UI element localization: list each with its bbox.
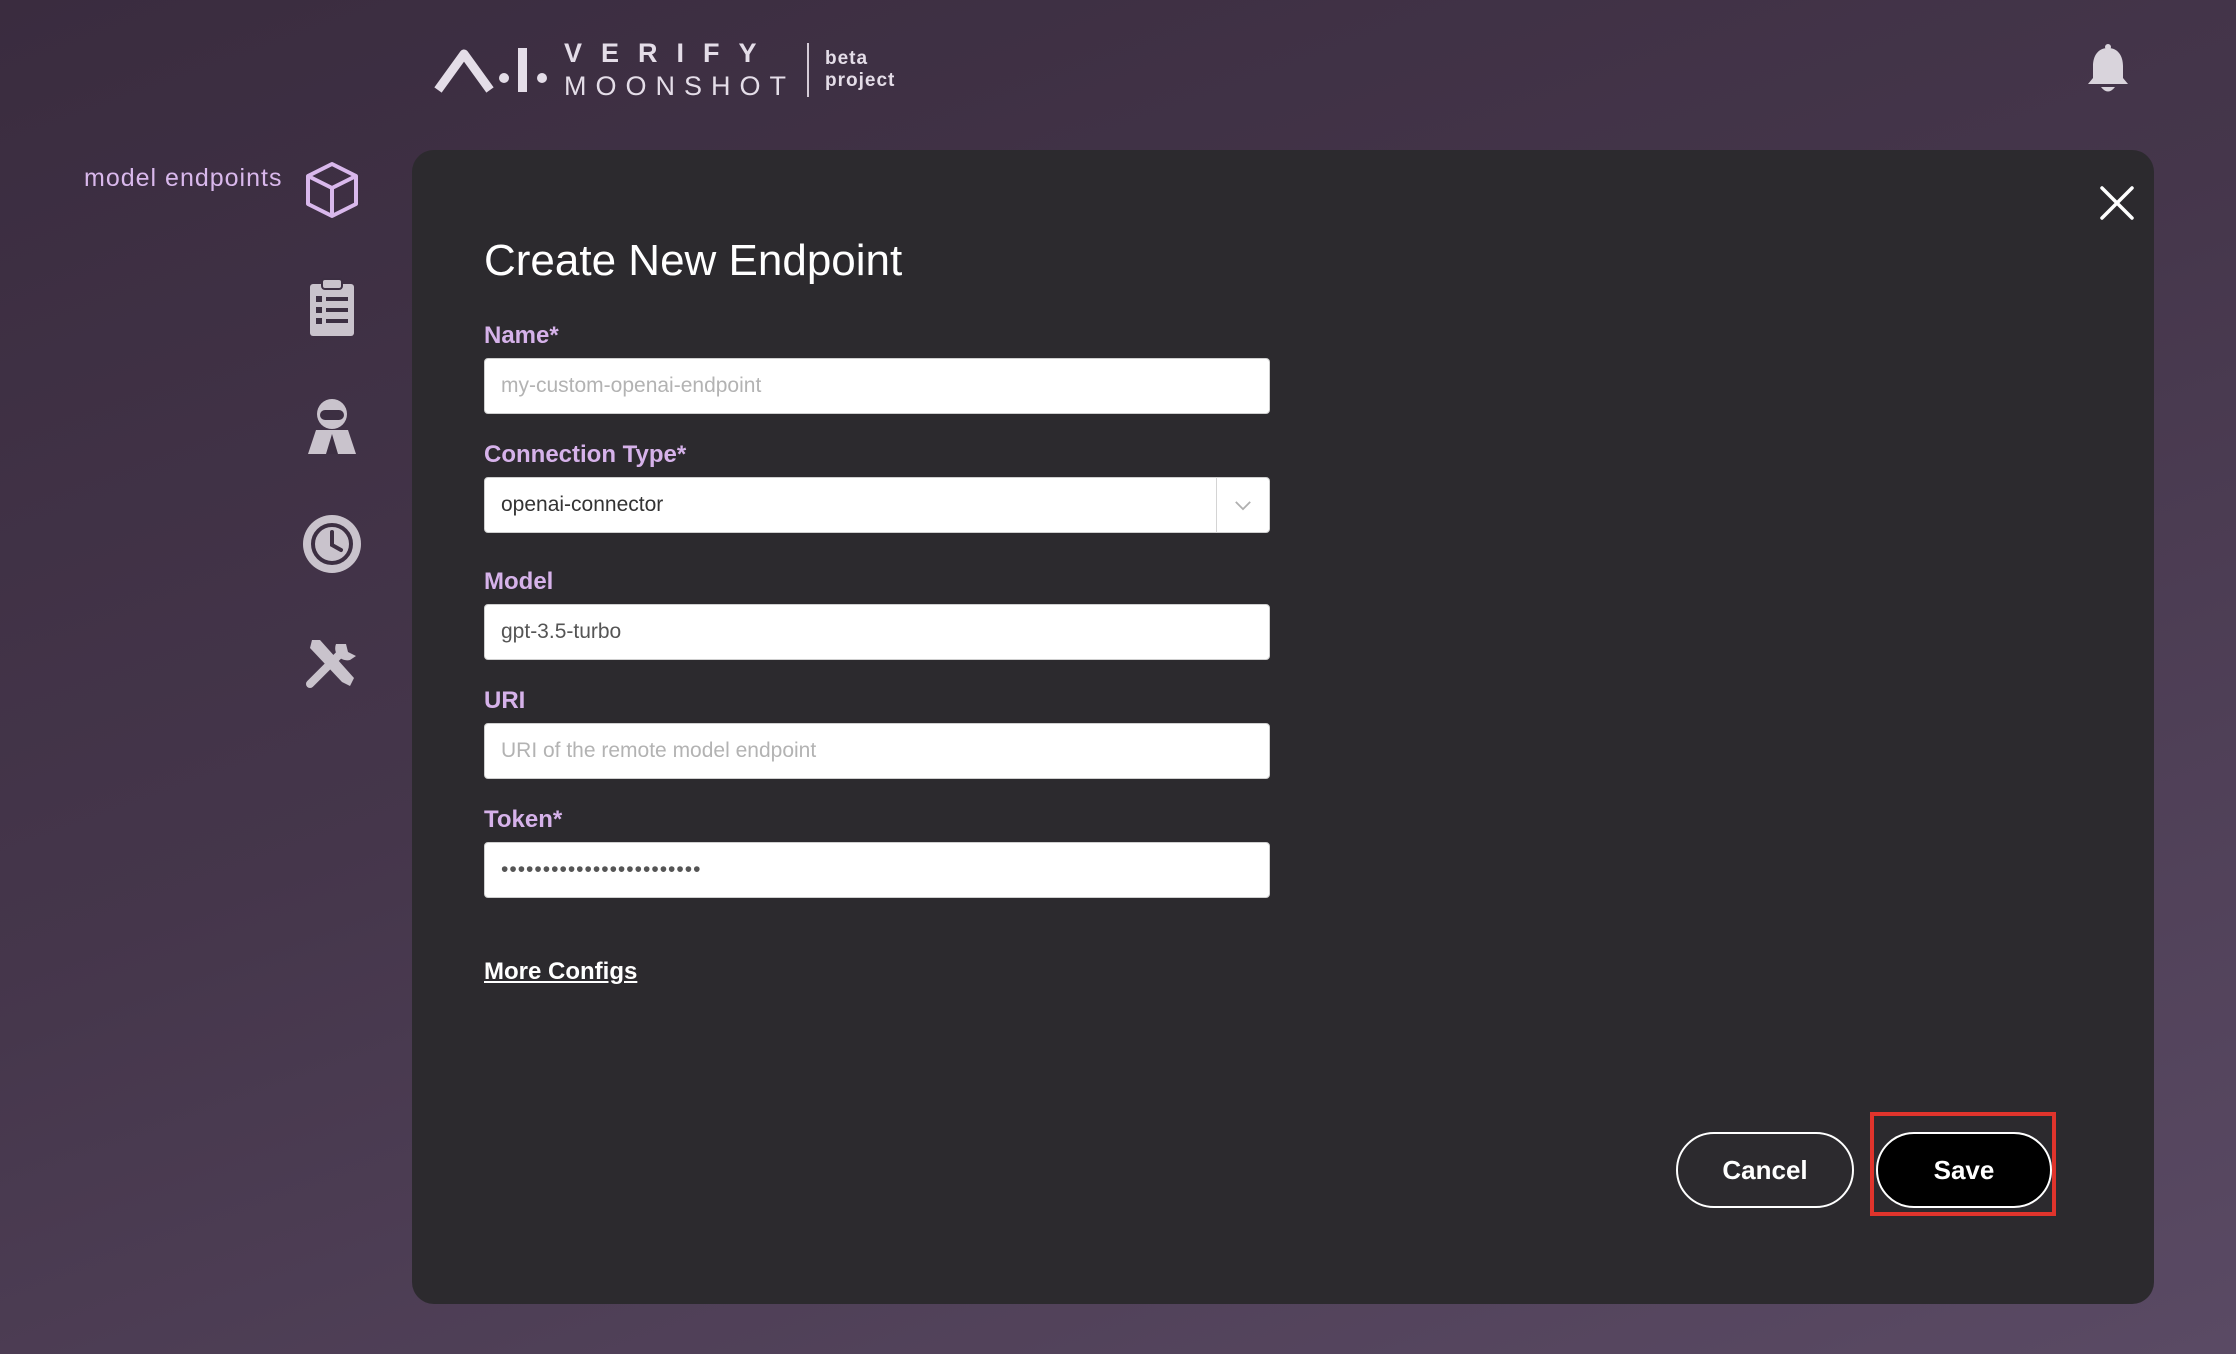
uri-input[interactable]	[484, 723, 1270, 779]
sidebar-item-label-model-endpoints[interactable]: model endpoints	[84, 164, 282, 193]
history-icon[interactable]	[300, 512, 364, 576]
logo-moonshot-text: MOONSHOT	[564, 71, 795, 101]
connection-type-value: openai-connector	[501, 493, 664, 516]
red-teaming-icon[interactable]	[300, 394, 364, 458]
logo-verify-text: VERIFY	[564, 38, 776, 68]
app-logo: VERIFY MOONSHOT beta project	[434, 40, 895, 100]
name-input[interactable]	[484, 358, 1270, 414]
chevron-down-icon[interactable]	[1217, 477, 1269, 533]
logo-separator	[807, 43, 809, 97]
model-input[interactable]	[484, 604, 1270, 660]
create-endpoint-modal: Create New Endpoint Name* Connection Typ…	[412, 150, 2154, 1304]
cube-icon[interactable]	[300, 158, 364, 222]
close-icon[interactable]	[2090, 176, 2144, 230]
modal-title: Create New Endpoint	[484, 236, 903, 285]
token-input[interactable]	[484, 842, 1270, 898]
logo-tag-beta: beta	[825, 48, 869, 70]
model-label: Model	[484, 568, 554, 595]
clipboard-checklist-icon[interactable]	[300, 276, 364, 340]
tools-icon[interactable]	[300, 630, 364, 694]
connection-type-select[interactable]: openai-connector	[484, 477, 1270, 533]
connection-type-label: Connection Type*	[484, 441, 687, 468]
token-label: Token*	[484, 806, 563, 833]
cancel-button[interactable]: Cancel	[1676, 1132, 1854, 1208]
uri-label: URI	[484, 687, 526, 714]
logo-tag-project: project	[825, 70, 896, 91]
name-label: Name*	[484, 322, 559, 349]
bell-icon[interactable]	[2086, 44, 2130, 94]
save-button[interactable]: Save	[1876, 1132, 2052, 1208]
logo-mark-icon	[434, 48, 547, 93]
more-configs-link[interactable]: More Configs	[484, 958, 637, 986]
